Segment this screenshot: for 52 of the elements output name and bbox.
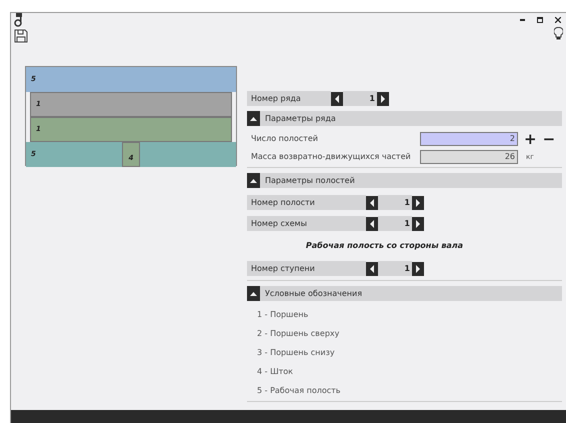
section-header[interactable]: Условные обозначения: [247, 286, 562, 301]
legend-item: 5 - Рабочая полость: [257, 384, 341, 396]
caption-text: Рабочая полость со стороны вала: [306, 240, 464, 252]
collapse-button[interactable]: [247, 286, 260, 301]
legend-item: 1 - Поршень: [257, 308, 308, 320]
stepper-value: 1: [378, 216, 412, 231]
stepper-label: Номер схемы: [247, 216, 366, 231]
up-arrow-icon: [250, 292, 257, 296]
input-field[interactable]: 2: [420, 132, 518, 146]
decrement-button[interactable]: [366, 262, 378, 276]
up-arrow-icon: [250, 116, 257, 120]
lightbulb-icon[interactable]: [554, 27, 563, 40]
legend-item: 2 - Поршень сверху: [257, 328, 340, 340]
section-header[interactable]: Параметры полостей: [247, 173, 562, 188]
collapse-button[interactable]: [247, 111, 260, 126]
stepper-value: 1: [378, 261, 412, 276]
section-title: Параметры ряда: [264, 112, 336, 124]
stepper-label: Номер ступени: [247, 261, 366, 276]
stepper-label: Номер полости: [247, 195, 366, 210]
input-field[interactable]: 26: [420, 150, 518, 164]
section-title: Условные обозначения: [264, 288, 362, 300]
save-icon[interactable]: [14, 29, 28, 43]
left-arrow-icon: [369, 264, 375, 272]
increment-button[interactable]: [412, 262, 424, 276]
decrement-button[interactable]: [366, 196, 378, 210]
stepper-value: 1: [378, 195, 412, 210]
increment-button[interactable]: [377, 92, 389, 106]
up-arrow-icon: [250, 178, 257, 182]
collapse-button[interactable]: [247, 173, 260, 188]
left-arrow-icon: [334, 94, 340, 102]
stepper-label: Номер ряда: [247, 91, 331, 106]
left-arrow-icon: [369, 198, 375, 206]
remove-button[interactable]: −: [542, 132, 556, 146]
legend-item: 4 - Шток: [257, 366, 294, 378]
maximize-icon[interactable]: [537, 17, 543, 23]
decrement-button[interactable]: [331, 92, 343, 106]
legend-item: 3 - Поршень снизу: [257, 346, 335, 358]
decrement-button[interactable]: [366, 216, 378, 230]
close-icon[interactable]: [555, 17, 561, 23]
increment-button[interactable]: [412, 196, 424, 210]
right-arrow-icon: [380, 94, 386, 102]
section-title: Параметры полостей: [264, 174, 355, 186]
right-arrow-icon: [415, 220, 421, 228]
right-arrow-icon: [415, 198, 421, 206]
field-label: Масса возвратно-движущихся частей: [251, 151, 412, 163]
left-arrow-icon: [369, 220, 375, 228]
section-header[interactable]: Параметры ряда: [247, 111, 562, 126]
stepper-value: 1: [343, 91, 377, 106]
add-button[interactable]: +: [524, 132, 537, 146]
increment-button[interactable]: [412, 216, 424, 230]
right-arrow-icon: [415, 264, 421, 272]
field-label: Число полостей: [251, 133, 319, 145]
